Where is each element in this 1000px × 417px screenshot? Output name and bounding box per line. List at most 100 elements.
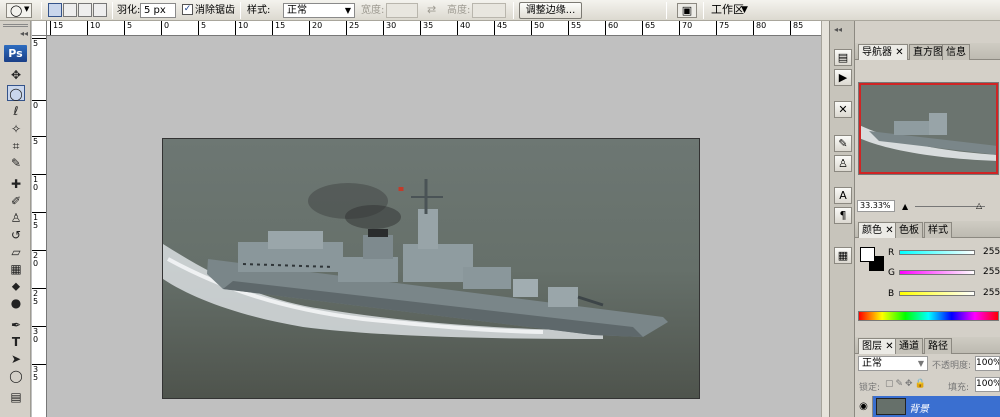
- style-select[interactable]: 正常 ▼: [283, 3, 355, 18]
- ruler-tick: 5: [32, 136, 46, 146]
- actions-panel-icon[interactable]: ▶: [834, 69, 852, 86]
- refine-edge-button[interactable]: 调整边缘...: [519, 2, 582, 19]
- r-slider[interactable]: [899, 250, 975, 255]
- workspace-label[interactable]: 工作区: [711, 3, 744, 16]
- tab-layers[interactable]: 图层 ✕: [858, 338, 898, 354]
- ruler-tick: 35: [419, 21, 434, 35]
- channel-value-b[interactable]: 255: [983, 288, 1000, 298]
- pen-tool-icon[interactable]: ✒: [7, 317, 25, 333]
- dodge-tool-icon[interactable]: ●: [7, 295, 25, 311]
- healing-brush-tool-icon[interactable]: ✚: [7, 176, 25, 192]
- tool-presets-icon[interactable]: ✕: [834, 101, 852, 118]
- tab-color[interactable]: 颜色 ✕: [858, 222, 898, 238]
- foreground-color-swatch[interactable]: [860, 247, 875, 262]
- eraser-tool-icon[interactable]: ▱: [7, 244, 25, 260]
- tab-navigator[interactable]: 导航器 ✕: [858, 44, 908, 60]
- paragraph-panel-icon[interactable]: ¶: [834, 207, 852, 224]
- channel-value-r[interactable]: 255: [983, 247, 1000, 257]
- tool-preset-picker[interactable]: ◯ ▼: [6, 3, 32, 18]
- magic-wand-tool-icon[interactable]: ✧: [7, 121, 25, 137]
- style-select-value: 正常: [287, 5, 307, 16]
- fill-label: 填充:: [948, 383, 970, 393]
- type-tool-icon[interactable]: T: [7, 334, 25, 350]
- camera-icon: ▣: [681, 4, 693, 17]
- elliptical-marquee-tool-icon[interactable]: ◯: [7, 85, 25, 101]
- layer-row-background[interactable]: ◉ 背景: [855, 396, 1000, 417]
- tab-channels[interactable]: 通道: [895, 338, 923, 354]
- height-input[interactable]: [472, 3, 506, 18]
- ruler-tick: 55: [567, 21, 582, 35]
- navigator-preview[interactable]: [858, 82, 999, 175]
- add-to-selection-button[interactable]: [63, 3, 77, 17]
- vertical-ruler[interactable]: 5 0 5 1 0 1 5 2 0 2 5 3 0 3 5: [32, 36, 47, 417]
- shape-tool-icon[interactable]: ◯: [7, 368, 25, 384]
- b-slider[interactable]: [899, 291, 975, 296]
- tab-styles[interactable]: 样式: [924, 222, 952, 238]
- move-tool-icon[interactable]: ✥: [7, 67, 25, 83]
- feather-input[interactable]: 5 px: [140, 3, 176, 18]
- zoom-out-icon[interactable]: ▲: [902, 202, 908, 211]
- blur-tool-icon[interactable]: ⬥: [7, 278, 25, 294]
- history-brush-tool-icon[interactable]: ↺: [7, 227, 25, 243]
- toolbox-grip[interactable]: [3, 24, 28, 27]
- horizontal-ruler[interactable]: 15 10 5 0 5 10 15 20 25 30 35 40 45 50 5…: [47, 21, 821, 36]
- lock-icons[interactable]: ▢✎✥🔒: [885, 379, 928, 389]
- vertical-scrollbar[interactable]: [821, 21, 829, 417]
- zoom-input[interactable]: 33.33%: [857, 200, 895, 212]
- fill-input[interactable]: 100%: [975, 377, 1000, 392]
- antialias-label: 消除锯齿: [195, 5, 235, 16]
- g-slider[interactable]: [899, 270, 975, 275]
- file-browser-button[interactable]: ▣: [677, 3, 697, 18]
- channel-label-r: R: [888, 248, 895, 258]
- eyedropper-tool-icon[interactable]: ✎: [7, 155, 25, 171]
- clone-stamp-tool-icon[interactable]: ♙: [7, 210, 25, 226]
- brushes-panel-icon[interactable]: ✎: [834, 135, 852, 152]
- swap-icon[interactable]: ⇄: [427, 3, 436, 16]
- color-spectrum-bar[interactable]: [858, 311, 999, 321]
- character-panel-icon[interactable]: A: [834, 187, 852, 204]
- blend-mode-select[interactable]: 正常 ▼: [858, 356, 928, 371]
- tab-paths[interactable]: 路径: [924, 338, 952, 354]
- ruler-origin[interactable]: [32, 21, 47, 36]
- zoom-slider-thumb[interactable]: △: [976, 201, 982, 210]
- ruler-tick: 85: [789, 21, 804, 35]
- chevron-down-icon[interactable]: ▼: [741, 5, 748, 15]
- subtract-from-selection-button[interactable]: [78, 3, 92, 17]
- chevron-down-icon: ▼: [917, 359, 924, 368]
- channel-value-g[interactable]: 255: [983, 267, 1000, 277]
- ps-logo[interactable]: Ps: [4, 45, 27, 62]
- ellipse-icon: ◯: [10, 4, 23, 17]
- close-icon[interactable]: ✕: [885, 225, 893, 236]
- antialias-checkbox[interactable]: ✓: [182, 4, 193, 15]
- clone-source-icon[interactable]: ♙: [834, 155, 852, 172]
- eye-icon[interactable]: ◉: [855, 396, 873, 417]
- layer-comps-icon[interactable]: ▦: [834, 247, 852, 264]
- lock-label: 锁定:: [859, 383, 881, 393]
- gradient-tool-icon[interactable]: ▦: [7, 261, 25, 277]
- close-icon[interactable]: ✕: [895, 47, 903, 58]
- collapse-icon[interactable]: ◂◂: [20, 29, 28, 38]
- width-input[interactable]: [386, 3, 418, 18]
- crop-tool-icon[interactable]: ⌗: [7, 138, 25, 154]
- new-selection-button[interactable]: [48, 3, 62, 17]
- expand-icon[interactable]: ◂◂: [834, 25, 842, 34]
- width-label: 宽度:: [361, 5, 385, 16]
- tab-info[interactable]: 信息: [942, 44, 970, 60]
- history-panel-icon[interactable]: ▤: [834, 49, 852, 66]
- navigator-view-box[interactable]: [859, 83, 998, 174]
- ruler-tick: 10: [234, 21, 249, 35]
- tab-swatches[interactable]: 色板: [895, 222, 923, 238]
- warship-image: [163, 139, 699, 398]
- zoom-slider[interactable]: [915, 206, 985, 207]
- path-selection-tool-icon[interactable]: ➤: [7, 351, 25, 367]
- lasso-tool-icon[interactable]: ℓ: [7, 103, 25, 119]
- opacity-input[interactable]: 100%: [975, 356, 1000, 371]
- intersect-selection-button[interactable]: [93, 3, 107, 17]
- close-icon[interactable]: ✕: [885, 341, 893, 352]
- ruler-tick: 20: [308, 21, 323, 35]
- ruler-tick: 40: [456, 21, 471, 35]
- layer-name[interactable]: 背景: [909, 400, 929, 415]
- notes-tool-icon[interactable]: ▤: [7, 389, 25, 405]
- brush-tool-icon[interactable]: ✐: [7, 193, 25, 209]
- document-canvas[interactable]: [162, 138, 700, 399]
